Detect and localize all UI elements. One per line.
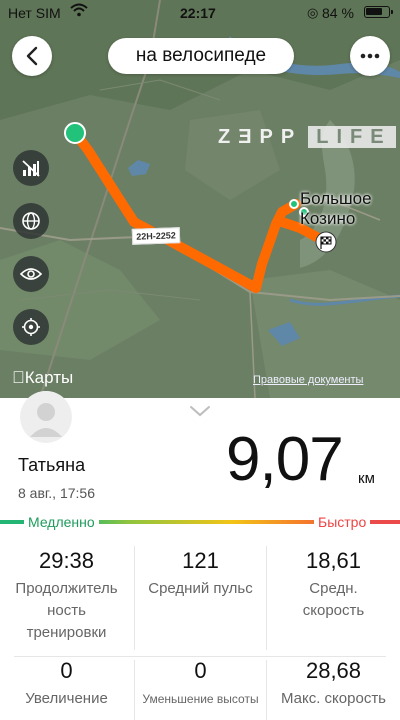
stat-value: 29:38 <box>38 548 95 573</box>
avg-speed-stat: 18,61 Средн. скорость <box>267 548 400 622</box>
elevation-loss-stat: 0 Уменьшение высоты <box>134 658 267 710</box>
fast-label: Быстро <box>314 514 371 530</box>
distance-value: 9,07 <box>226 425 344 494</box>
stat-label: Продолжитель ность тренировки <box>15 580 118 641</box>
legal-documents-link[interactable]: Правовые документы <box>253 374 363 386</box>
user-name: Татьяна <box>18 455 86 475</box>
crosshair-icon <box>22 318 40 336</box>
carrier-label: Нет SIM <box>8 5 61 21</box>
more-dots-icon <box>360 53 380 59</box>
start-point <box>64 122 86 144</box>
stat-label: Средний пульс <box>148 580 253 597</box>
stat-value: 28,68 <box>305 658 362 683</box>
user-placeholder-icon <box>20 391 72 443</box>
collapse-chevron-button[interactable] <box>188 404 212 418</box>
stat-value: 121 <box>182 548 219 573</box>
chevron-down-icon <box>190 406 210 417</box>
stat-label: Средн. скорость <box>302 580 365 619</box>
visibility-toggle-button[interactable] <box>13 256 49 292</box>
orientation-lock-icon: ◎ <box>307 5 319 20</box>
globe-icon <box>22 212 40 230</box>
avg-heart-rate-stat: 121 Средний пульс <box>134 548 267 600</box>
eye-icon <box>20 268 42 280</box>
clock: 22:17 <box>180 5 216 21</box>
signal-toggle-button[interactable] <box>13 150 49 186</box>
signal-off-icon <box>22 160 40 177</box>
wifi-icon <box>70 2 88 18</box>
distance-unit: км <box>358 470 375 487</box>
stat-label: Макс. скорость <box>280 690 386 707</box>
max-speed-stat: 28,68 Макс. скорость <box>267 658 400 710</box>
status-bar: Нет SIM 22:17 ◎ 84 % <box>0 0 400 26</box>
zepp-life-logo: ZƎPP LIFE <box>218 126 396 149</box>
apple-maps-attribution: Карты <box>12 368 73 387</box>
stat-label: Увеличение <box>25 690 108 707</box>
elevation-gain-stat: 0 Увеличение <box>0 658 133 710</box>
stat-value: 0 <box>60 658 73 683</box>
finish-flag-icon <box>315 231 337 253</box>
stat-value: 18,61 <box>305 548 362 573</box>
avatar[interactable] <box>20 391 72 443</box>
back-button[interactable] <box>12 36 52 76</box>
place-label: Большое Козино <box>300 189 372 228</box>
stat-label: Уменьшение высоты <box>142 692 259 706</box>
road-number-badge: 22Н-2252 <box>131 227 181 245</box>
map-type-button[interactable] <box>13 203 49 239</box>
battery-icon <box>364 6 393 18</box>
more-options-button[interactable] <box>350 36 390 76</box>
slow-label: Медленно <box>24 514 99 530</box>
battery-percent: 84 % <box>322 5 354 21</box>
workout-type-title: на велосипеде <box>108 38 294 74</box>
workout-date: 8 авг., 17:56 <box>18 485 95 501</box>
apple-logo-icon:  <box>12 368 25 387</box>
recenter-button[interactable] <box>13 309 49 345</box>
stat-value: 0 <box>194 658 207 683</box>
chevron-left-icon <box>26 46 38 66</box>
duration-stat: 29:38 Продолжитель ность тренировки <box>0 548 133 644</box>
pace-scale: Медленно Быстро <box>0 514 400 534</box>
